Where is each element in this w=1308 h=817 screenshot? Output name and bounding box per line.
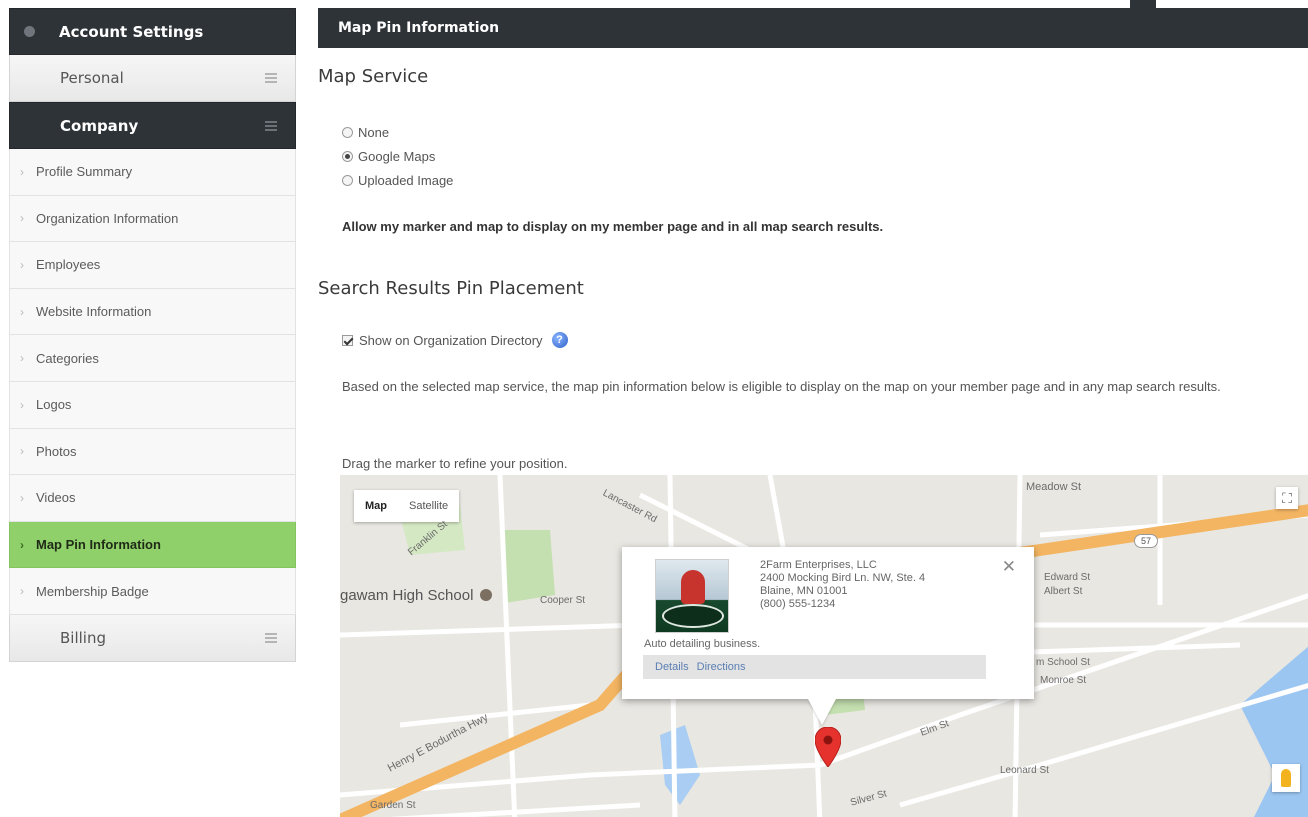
main-content: Map Pin Information Map Service None Goo… xyxy=(318,0,1308,817)
info-address-line2: Blaine, MN 01001 xyxy=(760,585,848,597)
map-info-window: 2Farm Enterprises, LLC 2400 Mocking Bird… xyxy=(622,547,1034,699)
route-shield: 57 xyxy=(1134,534,1158,548)
page-title: Map Pin Information xyxy=(338,20,500,36)
radio-label: Google Maps xyxy=(358,148,436,164)
sidebar: Account Settings Personal Company Profil… xyxy=(9,8,296,662)
sidebar-group-label: Billing xyxy=(60,628,106,647)
sidebar-header-account-settings[interactable]: Account Settings xyxy=(9,8,296,55)
radio-google-maps[interactable] xyxy=(342,150,353,162)
street-view-pegman-icon[interactable] xyxy=(1272,764,1300,792)
directions-link[interactable]: Directions xyxy=(697,661,746,673)
map-label-school-st: m School St xyxy=(1036,657,1090,668)
radio-none[interactable] xyxy=(342,126,353,138)
sidebar-item-membership-badge[interactable]: Membership Badge xyxy=(9,568,296,615)
radio-label: None xyxy=(358,124,390,140)
radio-option-google-maps[interactable]: Google Maps xyxy=(342,144,453,168)
show-on-directory-checkbox[interactable] xyxy=(342,334,353,346)
menu-icon xyxy=(265,73,277,83)
sidebar-group-company[interactable]: Company xyxy=(9,102,296,149)
sidebar-item-profile-summary[interactable]: Profile Summary xyxy=(9,149,296,196)
app-window: Account Settings Personal Company Profil… xyxy=(0,0,1308,817)
eligibility-description: Based on the selected map service, the m… xyxy=(342,379,1221,394)
info-company-name: 2Farm Enterprises, LLC xyxy=(760,559,877,571)
map-label-garden: Garden St xyxy=(370,800,416,811)
radio-uploaded-image[interactable] xyxy=(342,174,353,186)
map-label-leonard: Leonard St xyxy=(1000,765,1049,776)
pin-placement-heading: Search Results Pin Placement xyxy=(318,278,584,299)
gear-icon xyxy=(24,26,35,37)
map-canvas[interactable]: Map Satellite ⛶ gawam High School Henry … xyxy=(340,475,1308,817)
map-marker-icon[interactable] xyxy=(815,727,841,767)
page-title-bar: Map Pin Information xyxy=(318,0,1308,48)
map-label-school: gawam High School xyxy=(340,587,492,604)
header-notch xyxy=(1130,0,1156,8)
show-on-directory-label[interactable]: Show on Organization Directory xyxy=(359,333,543,348)
map-type-control: Map Satellite xyxy=(354,490,460,522)
sidebar-item-videos[interactable]: Videos xyxy=(9,475,296,522)
sidebar-group-billing[interactable]: Billing xyxy=(9,614,296,662)
show-on-directory-row: Show on Organization Directory ? xyxy=(342,332,568,348)
sidebar-item-logos[interactable]: Logos xyxy=(9,381,296,429)
map-service-radio-group: None Google Maps Uploaded Image xyxy=(342,120,453,192)
info-address-line1: 2400 Mocking Bird Ln. NW, Ste. 4 xyxy=(760,572,926,584)
sidebar-item-website-information[interactable]: Website Information xyxy=(9,288,296,336)
info-phone: (800) 555-1234 xyxy=(760,598,836,610)
help-icon[interactable]: ? xyxy=(551,332,568,348)
map-label-meadow: Meadow St xyxy=(1026,481,1082,493)
sidebar-item-organization-information[interactable]: Organization Information xyxy=(9,195,296,243)
map-label-monroe: Monroe St xyxy=(1040,675,1087,686)
map-label-cooper: Cooper St xyxy=(540,595,586,606)
sidebar-group-personal[interactable]: Personal xyxy=(9,55,296,102)
map-service-heading: Map Service xyxy=(318,66,429,87)
radio-label: Uploaded Image xyxy=(358,172,454,188)
map-label-albert: Albert St xyxy=(1044,586,1083,597)
details-link[interactable]: Details xyxy=(655,661,689,673)
sidebar-item-categories[interactable]: Categories xyxy=(9,335,296,382)
info-window-details: 2Farm Enterprises, LLC 2400 Mocking Bird… xyxy=(760,559,925,611)
sidebar-group-label: Personal xyxy=(60,69,124,87)
radio-option-none[interactable]: None xyxy=(342,120,453,144)
company-logo xyxy=(655,559,729,633)
menu-icon xyxy=(265,632,277,643)
info-links-bar: Details Directions xyxy=(643,655,986,679)
close-icon[interactable]: ✕ xyxy=(1002,557,1016,577)
sidebar-item-photos[interactable]: Photos xyxy=(9,428,296,476)
info-description: Auto detailing business. xyxy=(644,638,761,650)
drag-instructions: Drag the marker to refine your position. xyxy=(342,456,568,471)
allow-display-text: Allow my marker and map to display on my… xyxy=(342,219,884,234)
menu-icon xyxy=(265,120,277,131)
sidebar-item-map-pin-information[interactable]: Map Pin Information xyxy=(9,521,296,569)
sidebar-item-employees[interactable]: Employees xyxy=(9,242,296,289)
radio-option-uploaded-image[interactable]: Uploaded Image xyxy=(342,168,453,192)
school-poi-icon xyxy=(479,589,492,601)
sidebar-header-label: Account Settings xyxy=(59,22,204,41)
fullscreen-icon[interactable]: ⛶ xyxy=(1276,487,1298,509)
map-label-edward: Edward St xyxy=(1044,572,1091,583)
map-type-satellite-button[interactable]: Satellite xyxy=(398,490,459,522)
map-type-map-button[interactable]: Map xyxy=(354,490,398,522)
sidebar-group-label: Company xyxy=(60,116,139,135)
